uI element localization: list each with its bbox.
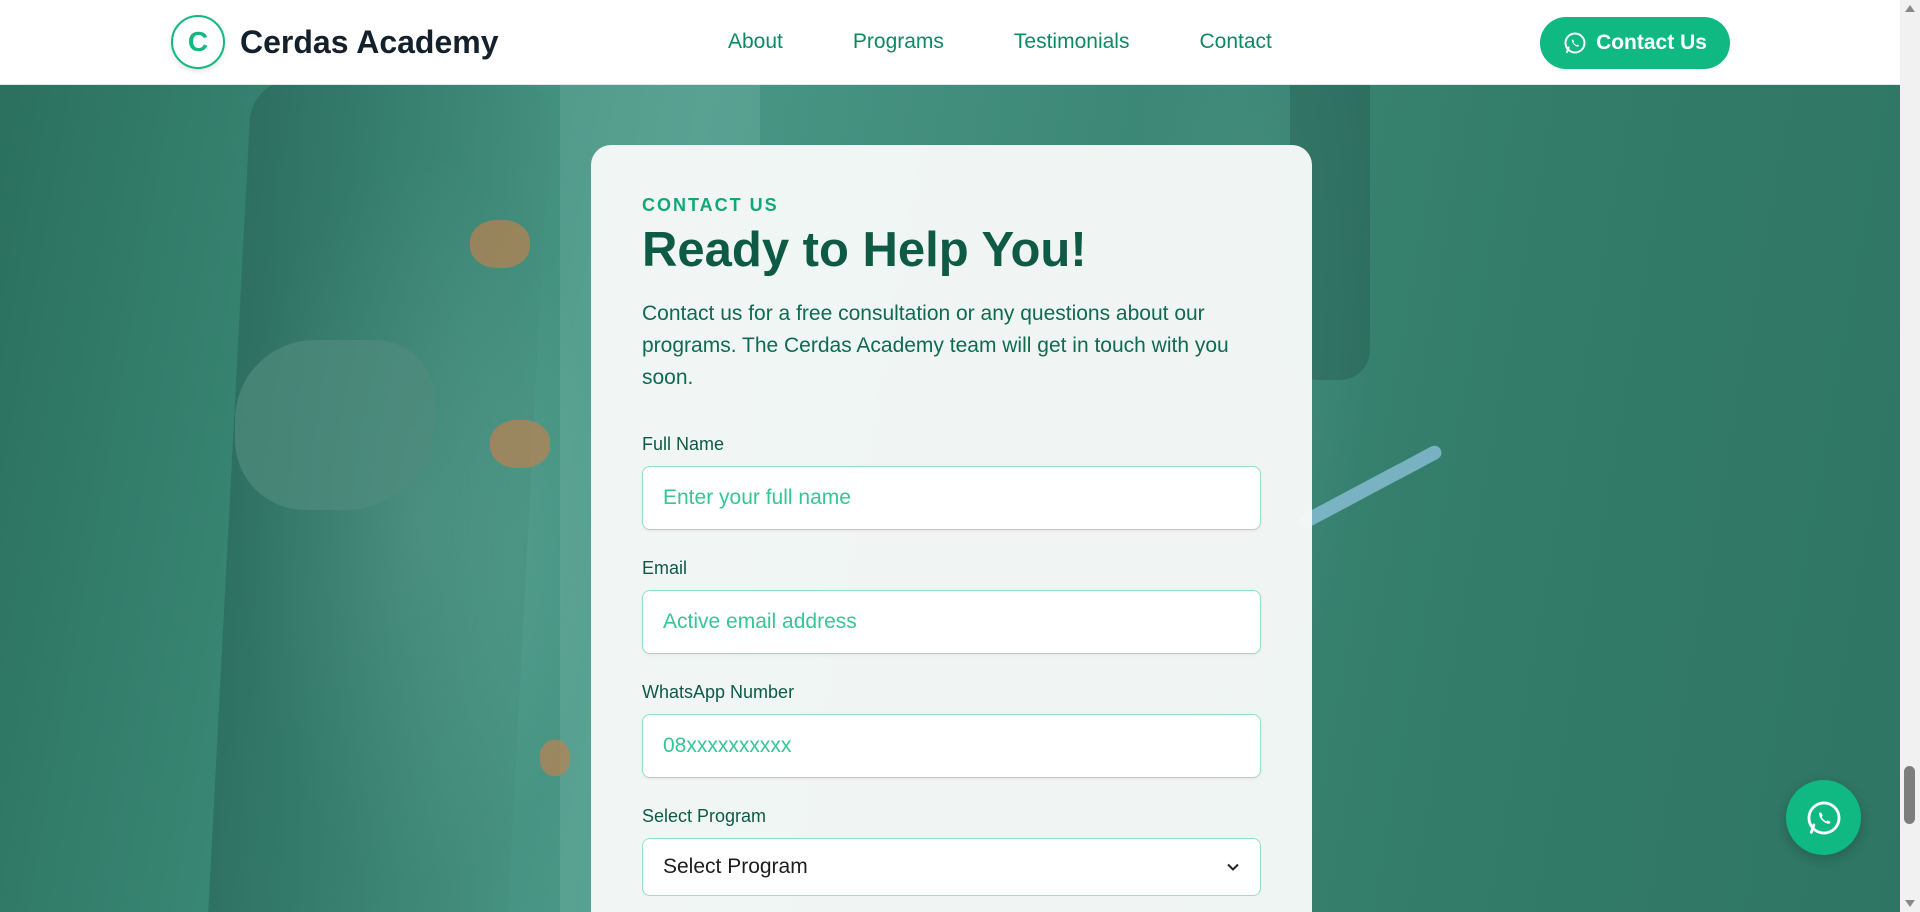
bg-patch [470,220,530,268]
section-title: Ready to Help You! [642,223,1087,277]
nav-link-about[interactable]: About [728,30,783,54]
program-select[interactable]: Select Program [642,837,1261,896]
bg-patch [490,420,550,468]
whatsapp-icon [1564,32,1586,54]
scroll-up-arrow-icon[interactable] [1905,5,1915,12]
page: C Cerdas Academy About Programs Testimon… [0,0,1920,912]
program-label: Select Program [642,805,767,826]
email-label: Email [642,557,688,578]
contact-us-label: Contact Us [1596,31,1707,54]
nav-link-testimonials[interactable]: Testimonials [1014,30,1130,54]
full-name-label: Full Name [642,433,725,454]
program-group: Select Program Select Program [642,806,1261,896]
scroll-down-arrow-icon[interactable] [1905,900,1915,907]
bg-hand [235,340,435,510]
page-scrollbar[interactable] [1900,0,1920,912]
nav-link-contact[interactable]: Contact [1199,30,1271,54]
logo-icon: C [171,15,225,69]
full-name-group: Full Name [642,434,1261,530]
contact-us-button[interactable]: Contact Us [1540,17,1730,69]
chevron-down-icon [1227,863,1239,871]
whatsapp-float-button[interactable] [1786,780,1861,855]
bg-patch [540,740,570,776]
program-select-value: Select Program [663,854,808,878]
whatsapp-label: WhatsApp Number [642,681,795,702]
scrollbar-thumb[interactable] [1904,766,1915,824]
email-group: Email [642,558,1261,654]
section-description: Contact us for a free consultation or an… [642,301,1229,389]
full-name-input[interactable] [642,465,1261,530]
email-input[interactable] [642,589,1261,654]
brand-name: Cerdas Academy [240,23,499,60]
brand-logo[interactable]: C Cerdas Academy [171,15,499,69]
contact-form-card: CONTACT US Ready to Help You! Contact us… [591,145,1312,912]
main-nav: About Programs Testimonials Contact [728,30,1272,54]
whatsapp-group: WhatsApp Number [642,682,1261,778]
whatsapp-input[interactable] [642,713,1261,778]
section-eyebrow: CONTACT US [642,195,779,215]
whatsapp-icon [1807,801,1840,834]
nav-link-programs[interactable]: Programs [853,30,944,54]
bg-pen [1296,443,1444,531]
site-header: C Cerdas Academy About Programs Testimon… [0,0,1900,85]
